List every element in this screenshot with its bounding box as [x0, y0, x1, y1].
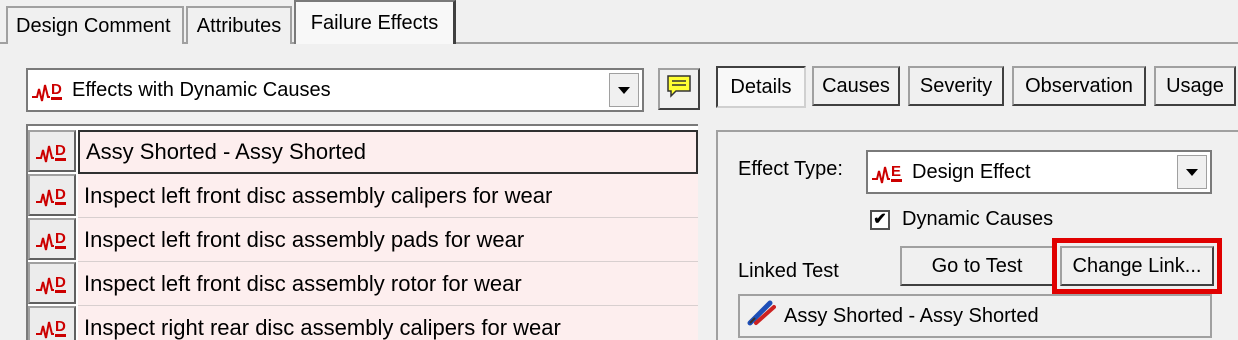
- button-label: Go to Test: [931, 254, 1023, 277]
- list-item[interactable]: D Assy Shorted - Assy Shorted: [28, 130, 698, 174]
- tab-label: Design Comment: [16, 14, 171, 37]
- svg-text:D: D: [55, 274, 66, 291]
- note-button[interactable]: [658, 68, 700, 110]
- dynamic-effect-icon: D: [28, 130, 76, 172]
- dynamic-causes-label: Dynamic Causes: [902, 208, 1054, 230]
- tab-causes[interactable]: Causes: [812, 66, 900, 106]
- svg-text:E: E: [891, 163, 901, 180]
- tab-label: Causes: [822, 74, 890, 97]
- tab-details[interactable]: Details: [716, 66, 806, 108]
- dynamic-effect-icon: D: [28, 76, 68, 104]
- tab-label: Failure Effects: [310, 11, 439, 34]
- svg-text:D: D: [55, 230, 66, 247]
- checkbox-check-icon: ✔: [870, 209, 890, 230]
- dynamic-effect-icon: D: [28, 218, 76, 260]
- effects-list: D Assy Shorted - Assy Shorted D Inspect …: [26, 124, 698, 340]
- list-item-text: Inspect left front disc assembly caliper…: [78, 174, 698, 218]
- effects-filter-dropdown[interactable]: D Effects with Dynamic Causes: [26, 68, 644, 112]
- tab-label: Severity: [919, 74, 993, 97]
- list-item-text: Inspect left front disc assembly pads fo…: [78, 218, 698, 262]
- linked-test-icon: [746, 299, 776, 333]
- note-icon: [666, 74, 692, 104]
- list-item-text: Assy Shorted - Assy Shorted: [78, 130, 698, 174]
- list-item[interactable]: D Inspect left front disc assembly calip…: [28, 174, 698, 218]
- dynamic-causes-checkbox[interactable]: ✔ Dynamic Causes: [870, 208, 1053, 231]
- list-item[interactable]: D Inspect right rear disc assembly calip…: [28, 306, 698, 340]
- design-effect-icon: E: [868, 158, 908, 186]
- tab-label: Details: [730, 75, 792, 98]
- list-item[interactable]: D Inspect left front disc assembly rotor…: [28, 262, 698, 306]
- svg-text:D: D: [55, 186, 66, 203]
- list-item[interactable]: D Inspect left front disc assembly pads …: [28, 218, 698, 262]
- dropdown-arrow-button[interactable]: [609, 73, 639, 107]
- chevron-down-icon: [618, 86, 630, 94]
- dynamic-effect-icon: D: [28, 306, 76, 340]
- tab-severity[interactable]: Severity: [908, 66, 1004, 106]
- effect-type-label: Effect Type:: [738, 158, 843, 180]
- chevron-down-icon: [1186, 168, 1198, 176]
- tab-design-comment[interactable]: Design Comment: [6, 6, 184, 44]
- svg-text:D: D: [55, 318, 66, 335]
- go-to-test-button[interactable]: Go to Test: [900, 246, 1054, 286]
- dropdown-arrow-button[interactable]: [1177, 155, 1207, 189]
- list-item-text: Inspect left front disc assembly rotor f…: [78, 262, 698, 306]
- effect-type-value: Design Effect: [912, 160, 1031, 183]
- svg-text:D: D: [51, 81, 62, 98]
- svg-text:D: D: [55, 142, 66, 159]
- tab-usage[interactable]: Usage: [1154, 66, 1236, 106]
- effects-filter-value: Effects with Dynamic Causes: [72, 78, 331, 101]
- button-label: Change Link...: [1072, 254, 1202, 277]
- tab-label: Observation: [1025, 74, 1133, 97]
- tab-failure-effects[interactable]: Failure Effects: [294, 0, 456, 44]
- change-link-button[interactable]: Change Link...: [1060, 246, 1214, 286]
- tab-attributes[interactable]: Attributes: [186, 6, 292, 44]
- linked-test-value: Assy Shorted - Assy Shorted: [784, 304, 1039, 327]
- dynamic-effect-icon: D: [28, 174, 76, 216]
- tab-label: Usage: [1166, 74, 1224, 97]
- list-item-text: Inspect right rear disc assembly caliper…: [78, 306, 698, 340]
- effect-type-dropdown[interactable]: E Design Effect: [866, 150, 1212, 194]
- top-tab-strip: Design Comment Attributes Failure Effect…: [0, 0, 1238, 44]
- tab-observation[interactable]: Observation: [1012, 66, 1146, 106]
- tab-label: Attributes: [196, 14, 282, 37]
- linked-test-field: Assy Shorted - Assy Shorted: [738, 294, 1212, 338]
- linked-test-label: Linked Test: [738, 260, 839, 282]
- dynamic-effect-icon: D: [28, 262, 76, 304]
